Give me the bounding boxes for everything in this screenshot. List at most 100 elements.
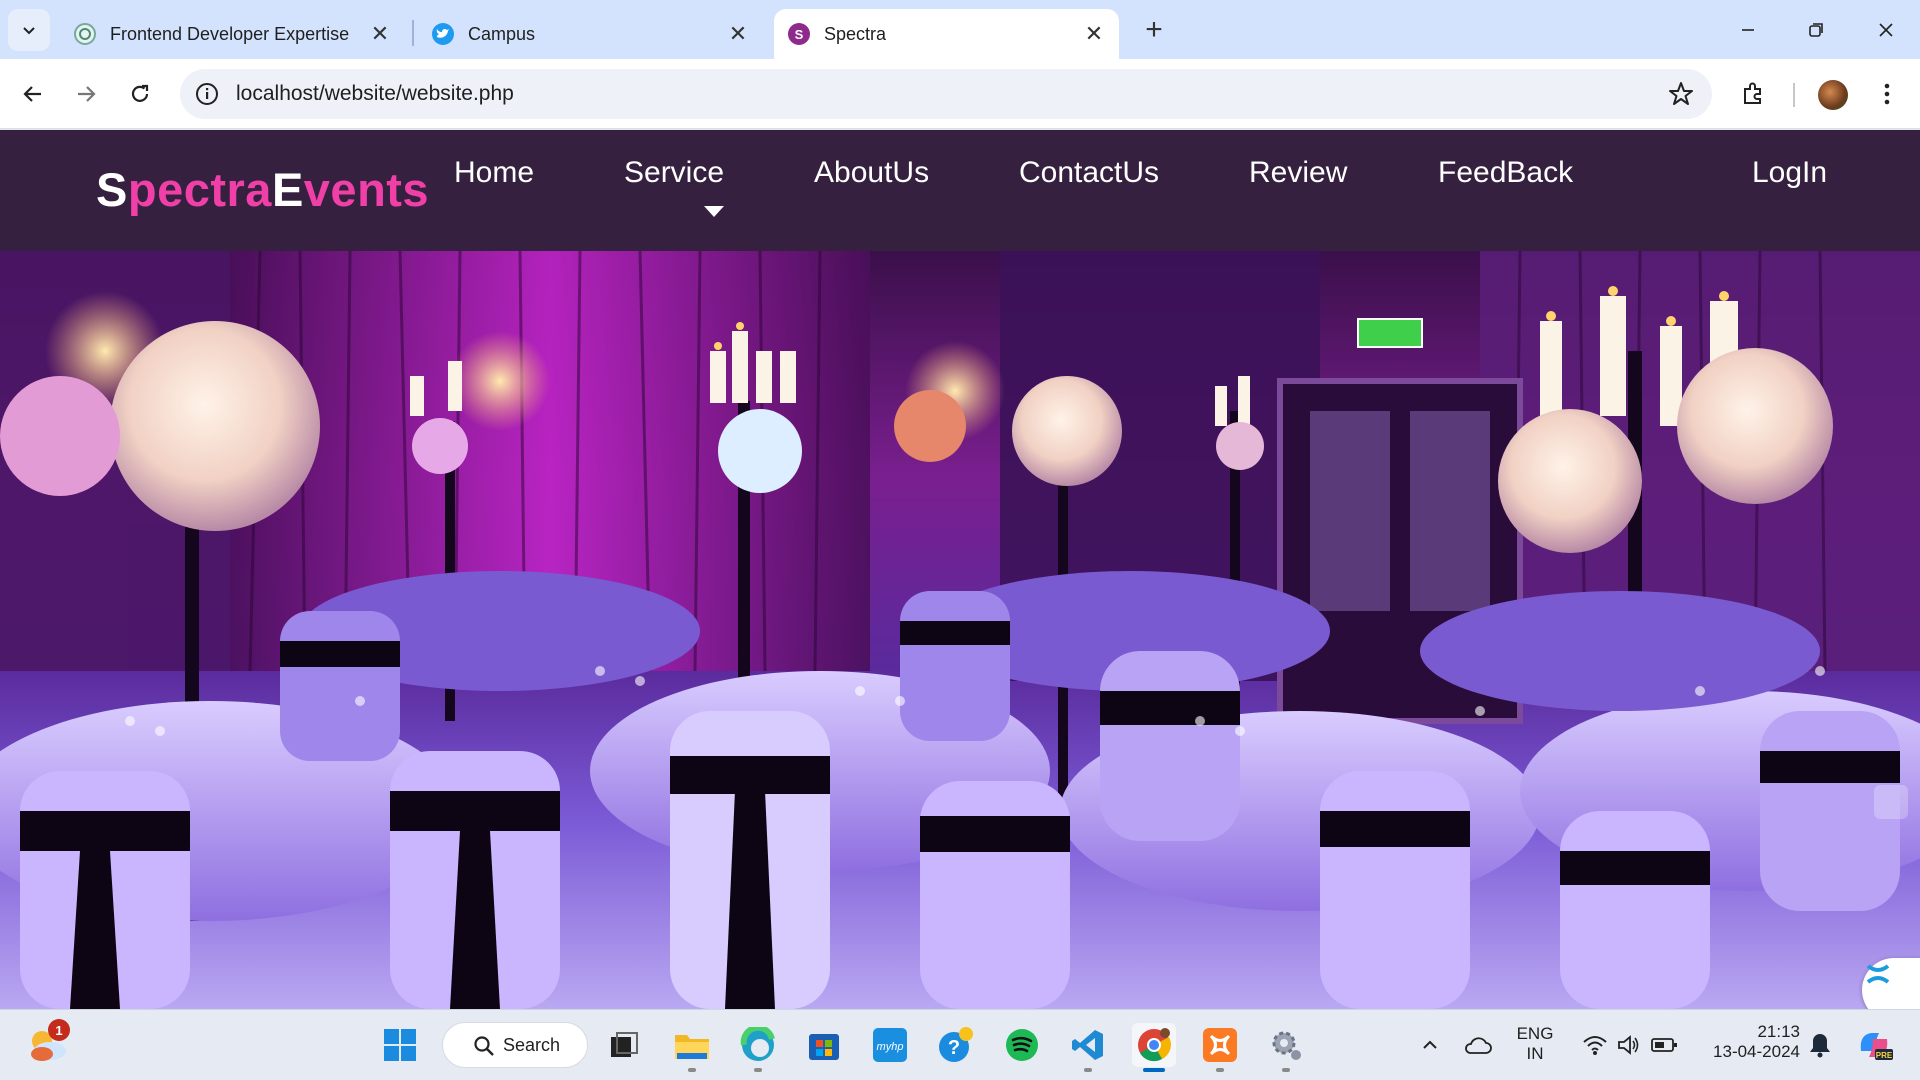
myhp-icon: myhp: [873, 1028, 907, 1062]
edge-app[interactable]: [736, 1023, 780, 1067]
minimize-button[interactable]: [1724, 10, 1772, 50]
chair: [920, 781, 1070, 1009]
hero-illustration: [0, 251, 1920, 1009]
url-text[interactable]: localhost/website/website.php: [236, 82, 514, 106]
volume-icon: [1618, 1035, 1639, 1055]
app-running-indicator: [1084, 1068, 1092, 1072]
input-language-indicator[interactable]: ENG IN: [1510, 1024, 1560, 1064]
browser-tab-strip: Frontend Developer Expertise ✕ Campus ✕ …: [0, 0, 1920, 59]
search-label: Search: [503, 1034, 561, 1055]
app-running-indicator: [754, 1068, 762, 1072]
chair: [390, 751, 560, 1009]
close-icon[interactable]: ✕: [369, 21, 391, 46]
nav-service[interactable]: Service: [624, 156, 724, 190]
close-icon[interactable]: ✕: [727, 21, 749, 46]
xampp-app[interactable]: [1198, 1023, 1242, 1067]
edge-icon: [740, 1027, 775, 1061]
copilot-button[interactable]: PRE: [1852, 1023, 1896, 1067]
tab-spectra[interactable]: S Spectra ✕: [774, 9, 1119, 59]
app-running-indicator: [1216, 1068, 1224, 1072]
taskbar-search[interactable]: Search: [442, 1022, 588, 1068]
chrome-app[interactable]: [1132, 1023, 1176, 1067]
toolbar-separator: [1793, 83, 1795, 107]
nav-review[interactable]: Review: [1249, 156, 1347, 190]
clock-time: 21:13: [1757, 1022, 1800, 1041]
restore-button[interactable]: [1792, 10, 1840, 50]
app-running-indicator: [688, 1068, 696, 1072]
tab-campus[interactable]: Campus ✕: [418, 9, 763, 59]
tab-separator: [412, 20, 414, 46]
spotify-app[interactable]: [1000, 1023, 1044, 1067]
spectra-icon: S: [788, 23, 810, 45]
minimize-icon: [1742, 29, 1754, 31]
profile-avatar[interactable]: [1818, 80, 1848, 110]
windows-taskbar: 1 Search myhp ? ENG IN 21:13 13-04-2024 …: [0, 1009, 1920, 1080]
chatgpt-icon: [74, 23, 96, 45]
microsoft-store-app[interactable]: [802, 1023, 846, 1067]
settings-app[interactable]: [1264, 1023, 1308, 1067]
onedrive-button[interactable]: [1456, 1023, 1500, 1067]
myhp-app[interactable]: myhp: [868, 1023, 912, 1067]
network-volume-battery[interactable]: [1570, 1023, 1690, 1067]
address-bar[interactable]: localhost/website/website.php: [180, 69, 1712, 119]
brand-letter: S: [96, 163, 128, 216]
browser-menu-button[interactable]: [1870, 77, 1904, 111]
bookmark-star-icon[interactable]: [1666, 79, 1696, 109]
more-vertical-icon: [1884, 83, 1890, 105]
search-icon: [474, 1036, 494, 1056]
nav-feedback[interactable]: FeedBack: [1438, 156, 1573, 190]
show-hidden-icons-button[interactable]: [1408, 1023, 1452, 1067]
window-close-button[interactable]: [1862, 10, 1910, 50]
back-button[interactable]: [15, 76, 51, 112]
gear-icon: [1272, 1031, 1301, 1060]
close-icon[interactable]: ✕: [1083, 21, 1105, 46]
floating-assistant-button[interactable]: [1862, 958, 1920, 1009]
file-explorer-app[interactable]: [670, 1023, 714, 1067]
cloud-icon: [1465, 1037, 1492, 1054]
reload-button[interactable]: [122, 76, 158, 112]
brand-logo[interactable]: SpectraEvents: [96, 162, 429, 217]
tab-title: Campus: [468, 23, 536, 44]
puzzle-piece-icon: [1744, 82, 1761, 104]
region-code: IN: [1526, 1044, 1544, 1063]
wifi-icon: [1583, 1036, 1607, 1055]
nav-home[interactable]: Home: [454, 156, 534, 190]
clock[interactable]: 21:13 13-04-2024: [1696, 1022, 1800, 1062]
help-icon: ?: [939, 1027, 973, 1062]
chair: [20, 771, 190, 1009]
chrome-icon: [1138, 1028, 1171, 1062]
chair: [900, 591, 1010, 741]
brand-text: pectra: [127, 163, 272, 216]
nav-aboutus[interactable]: AboutUs: [814, 156, 929, 190]
close-icon: [1879, 23, 1893, 37]
site-info-icon[interactable]: [194, 81, 220, 107]
weather-notification-badge: 1: [48, 1019, 70, 1041]
tab-title: Spectra: [824, 23, 887, 44]
svg-text:PRE: PRE: [1876, 1051, 1893, 1060]
nav-contactus[interactable]: ContactUs: [1019, 156, 1159, 190]
store-icon: [809, 1034, 839, 1060]
bell-icon: [1810, 1034, 1830, 1058]
chevron-up-icon: [1423, 1040, 1437, 1049]
task-view-button[interactable]: [602, 1023, 646, 1067]
forward-arrow-icon: [78, 86, 96, 102]
get-help-app[interactable]: ?: [934, 1023, 978, 1067]
chevron-down-icon: [23, 27, 35, 35]
new-tab-button[interactable]: +: [1138, 13, 1170, 46]
vscode-app[interactable]: [1066, 1023, 1110, 1067]
forward-button[interactable]: [68, 76, 104, 112]
extensions-button[interactable]: [1736, 77, 1770, 111]
floating-close-tab[interactable]: [1874, 785, 1908, 819]
tab-frontend-developer[interactable]: Frontend Developer Expertise ✕: [60, 9, 405, 59]
notifications-button[interactable]: [1798, 1023, 1842, 1067]
nav-login[interactable]: LogIn: [1752, 156, 1827, 190]
back-arrow-icon: [23, 86, 41, 102]
chair: [1320, 771, 1470, 1009]
copilot-icon: PRE: [1860, 1033, 1893, 1060]
start-button[interactable]: [378, 1023, 422, 1067]
chair: [670, 711, 830, 1009]
service-dropdown-caret-icon[interactable]: [704, 206, 724, 217]
tab-search-button[interactable]: [8, 9, 50, 51]
brand-letter: E: [271, 163, 304, 216]
language-code: ENG: [1516, 1024, 1554, 1043]
